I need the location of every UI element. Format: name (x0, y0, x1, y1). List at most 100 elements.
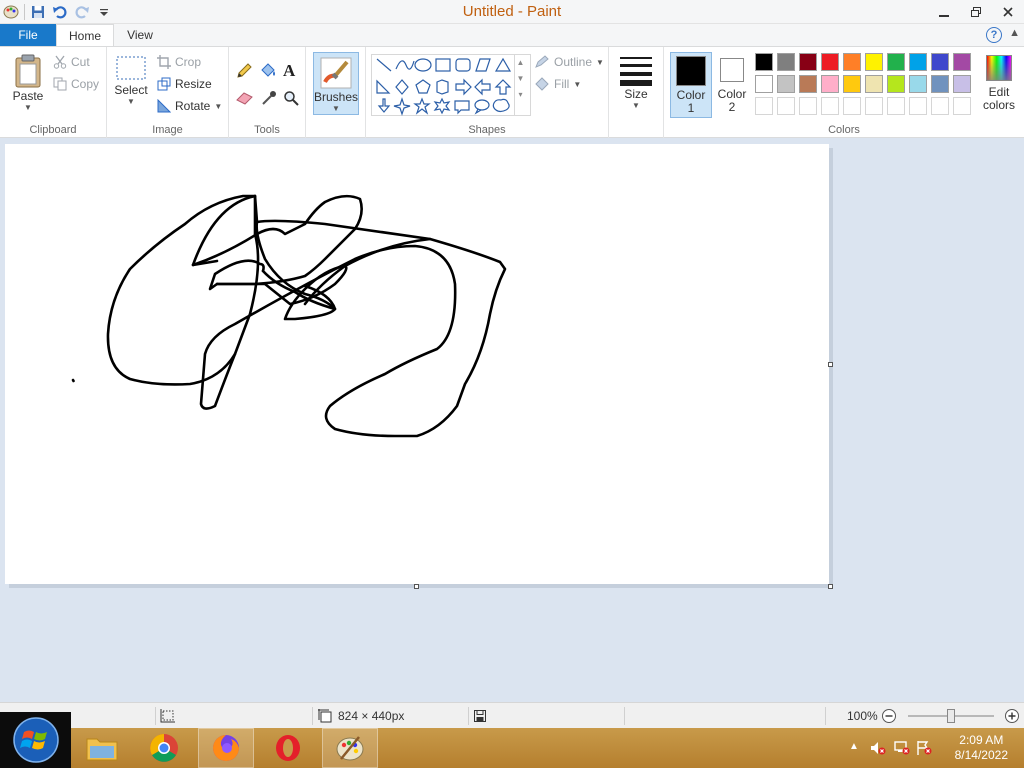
magnifier-button[interactable] (283, 90, 299, 106)
window-title: Untitled - Paint (462, 3, 562, 20)
palette-color-swatch[interactable] (931, 75, 949, 93)
crop-icon (157, 55, 171, 69)
custom-color-slot[interactable] (777, 97, 795, 115)
restore-button[interactable] (960, 0, 992, 24)
palette-color-swatch[interactable] (887, 75, 905, 93)
close-icon (1003, 7, 1013, 17)
clock[interactable]: 2:09 AM 8/14/2022 (955, 733, 1008, 763)
crop-button[interactable]: Crop (157, 55, 201, 69)
palette-color-swatch[interactable] (843, 75, 861, 93)
shapes-group-label: Shapes (468, 124, 506, 136)
rotate-button[interactable]: Rotate ▼ (157, 99, 222, 113)
palette-color-swatch[interactable] (865, 53, 883, 71)
drawing-canvas[interactable] (5, 144, 829, 584)
palette-color-swatch[interactable] (755, 75, 773, 93)
palette-color-swatch[interactable] (777, 53, 795, 71)
network-disconnected-icon[interactable] (894, 740, 910, 759)
cut-button[interactable]: Cut (53, 55, 90, 69)
taskbar-opera[interactable] (260, 728, 316, 768)
shapes-scroll[interactable]: ▲ ▼ ▾ (514, 55, 526, 115)
action-center-icon[interactable] (916, 740, 932, 759)
fill-button[interactable]: Fill ▼ (534, 77, 581, 91)
color1-button[interactable]: Color 1 (670, 52, 712, 118)
colors-group: Color 1 Color 2 Edit colors Colors (663, 47, 1024, 139)
resize-handle-corner[interactable] (828, 584, 833, 589)
custom-color-slot[interactable] (931, 97, 949, 115)
resize-icon (157, 77, 171, 91)
drawing-scribble (71, 194, 507, 438)
taskbar-paint[interactable] (322, 728, 378, 768)
select-button[interactable]: Select ▼ (113, 55, 149, 106)
custom-color-slot[interactable] (843, 97, 861, 115)
palette-color-swatch[interactable] (799, 53, 817, 71)
minimize-button[interactable] (928, 0, 960, 24)
tab-file[interactable]: File (0, 24, 56, 46)
selection-size-item (160, 703, 176, 729)
resize-button[interactable]: Resize (157, 77, 212, 91)
palette-color-swatch[interactable] (843, 53, 861, 71)
palette-color-swatch[interactable] (887, 53, 905, 71)
resize-handle-bottom[interactable] (414, 584, 419, 589)
volume-muted-icon[interactable] (870, 740, 886, 759)
color2-swatch (720, 58, 744, 82)
paint-app-icon[interactable] (2, 3, 20, 21)
pencil-icon (237, 63, 252, 78)
start-button[interactable] (0, 712, 71, 768)
tab-home[interactable]: Home (56, 24, 114, 46)
close-button[interactable] (992, 0, 1024, 24)
redo-icon[interactable] (73, 3, 91, 21)
palette-color-swatch[interactable] (909, 75, 927, 93)
palette-color-swatch[interactable] (755, 53, 773, 71)
edit-colors-button[interactable]: Edit colors (977, 55, 1021, 112)
palette-color-swatch[interactable] (777, 75, 795, 93)
chevron-down-icon: ▼ (127, 97, 135, 106)
minimize-icon (939, 15, 949, 17)
brushes-button[interactable]: Brushes ▼ (313, 52, 359, 115)
copy-button[interactable]: Copy (53, 77, 99, 91)
custom-color-slot[interactable] (799, 97, 817, 115)
size-button[interactable]: Size ▼ (618, 55, 654, 110)
custom-color-slot[interactable] (909, 97, 927, 115)
zoom-slider-thumb[interactable] (947, 709, 955, 723)
ribbon: Paste ▼ Cut Copy Clipboard Select ▼ Crop… (0, 46, 1024, 139)
eraser-button[interactable] (236, 91, 254, 105)
select-label: Select (114, 83, 148, 97)
shapes-gallery[interactable] (371, 54, 531, 116)
palette-color-swatch[interactable] (821, 75, 839, 93)
taskbar-chrome[interactable] (136, 728, 192, 768)
custom-color-slot[interactable] (755, 97, 773, 115)
save-icon[interactable] (29, 3, 47, 21)
taskbar-file-explorer[interactable] (74, 728, 130, 768)
palette-color-swatch[interactable] (909, 53, 927, 71)
tab-view[interactable]: View (118, 24, 162, 46)
palette-color-swatch[interactable] (931, 53, 949, 71)
palette-color-swatch[interactable] (953, 53, 971, 71)
taskbar-firefox[interactable] (198, 728, 254, 768)
color2-button[interactable]: Color 2 (714, 55, 750, 114)
resize-handle-right[interactable] (828, 362, 833, 367)
customize-qat-icon[interactable] (95, 3, 113, 21)
zoom-in-button[interactable] (1004, 703, 1020, 729)
outline-button[interactable]: Outline ▼ (534, 55, 604, 69)
palette-color-swatch[interactable] (799, 75, 817, 93)
fill-bucket-button[interactable] (259, 63, 277, 79)
show-hidden-icons-icon[interactable]: ▲ (849, 741, 859, 752)
palette-color-swatch[interactable] (821, 53, 839, 71)
brushes-label: Brushes (313, 90, 359, 104)
help-icon[interactable]: ? (986, 27, 1002, 43)
zoom-out-button[interactable] (881, 703, 897, 729)
zoom-slider[interactable] (908, 703, 994, 729)
text-tool-button[interactable]: A (283, 61, 295, 81)
paste-button[interactable]: Paste ▼ (8, 53, 48, 112)
color-picker-button[interactable] (261, 90, 277, 106)
palette-color-swatch[interactable] (865, 75, 883, 93)
custom-color-slot[interactable] (865, 97, 883, 115)
custom-color-slot[interactable] (821, 97, 839, 115)
collapse-ribbon-icon[interactable]: ▲ (1009, 27, 1020, 39)
undo-icon[interactable] (51, 3, 69, 21)
custom-color-slot[interactable] (887, 97, 905, 115)
fill-bucket-icon (261, 63, 275, 77)
custom-color-slot[interactable] (953, 97, 971, 115)
pencil-button[interactable] (236, 63, 252, 79)
palette-color-swatch[interactable] (953, 75, 971, 93)
